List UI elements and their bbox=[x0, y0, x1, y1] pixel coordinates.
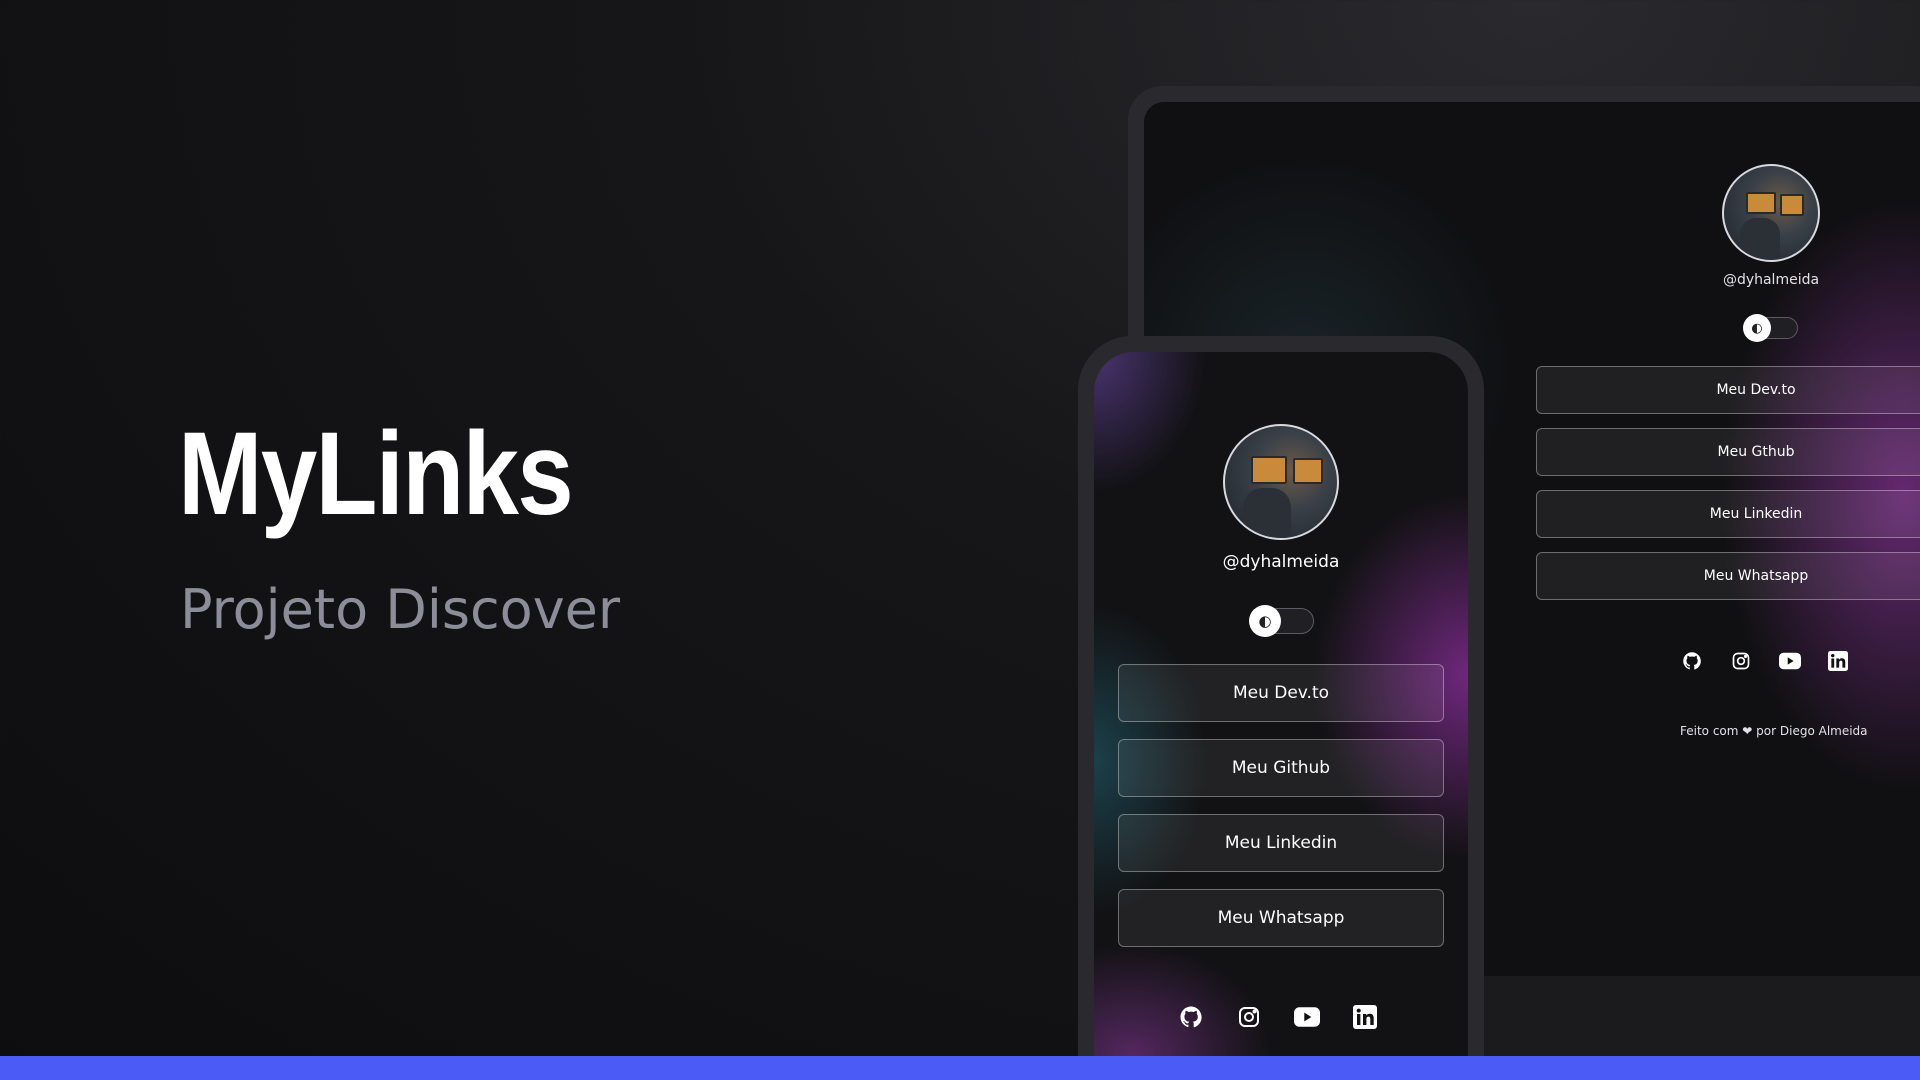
link-button-github[interactable]: Meu Github bbox=[1118, 739, 1444, 797]
link-label: Meu Linkedin bbox=[1709, 506, 1803, 522]
footer-suffix: por Diego Almeida bbox=[1756, 724, 1868, 738]
instagram-icon[interactable] bbox=[1236, 1004, 1262, 1030]
link-label: Meu Whatsapp bbox=[1217, 908, 1345, 928]
moon-sun-icon: ◐ bbox=[1249, 605, 1281, 637]
github-icon[interactable] bbox=[1178, 1004, 1204, 1030]
hero-subtitle: Projeto Discover bbox=[180, 578, 621, 641]
youtube-icon[interactable] bbox=[1293, 1004, 1321, 1030]
phone-screen: @dyhalmeida ◐ Meu Dev.to Meu Github Meu … bbox=[1094, 352, 1468, 1056]
link-button-whatsapp[interactable]: Meu Whatsapp bbox=[1536, 552, 1920, 600]
link-button-devto[interactable]: Meu Dev.to bbox=[1118, 664, 1444, 722]
moon-sun-icon: ◐ bbox=[1743, 314, 1771, 342]
link-button-linkedin[interactable]: Meu Linkedin bbox=[1118, 814, 1444, 872]
link-label: Meu Dev.to bbox=[1716, 382, 1796, 398]
linkedin-icon[interactable] bbox=[1352, 1004, 1378, 1030]
link-button-devto[interactable]: Meu Dev.to bbox=[1536, 366, 1920, 414]
theme-toggle[interactable]: ◐ bbox=[1743, 314, 1798, 342]
link-label: Meu Github bbox=[1231, 758, 1331, 778]
link-label: Meu Gthub bbox=[1717, 444, 1795, 460]
username: @dyhalmeida bbox=[1222, 552, 1340, 572]
footer-prefix: Feito com bbox=[1680, 724, 1739, 738]
footer: Feito com ❤ por Diego Almeida bbox=[1680, 724, 1868, 738]
linkedin-icon[interactable] bbox=[1827, 650, 1849, 672]
desktop-stand bbox=[1480, 976, 1920, 1056]
avatar bbox=[1722, 164, 1820, 262]
link-label: Meu Dev.to bbox=[1232, 683, 1330, 703]
heart-icon: ❤ bbox=[1742, 724, 1753, 738]
link-button-github[interactable]: Meu Gthub bbox=[1536, 428, 1920, 476]
link-label: Meu Linkedin bbox=[1224, 833, 1338, 853]
link-label: Meu Whatsapp bbox=[1703, 568, 1809, 584]
hero-title: MyLinks bbox=[178, 408, 574, 540]
theme-toggle[interactable]: ◐ bbox=[1249, 605, 1314, 637]
link-button-whatsapp[interactable]: Meu Whatsapp bbox=[1118, 889, 1444, 947]
username: @dyhalmeida bbox=[1722, 272, 1820, 288]
avatar bbox=[1223, 424, 1339, 540]
github-icon[interactable] bbox=[1681, 650, 1703, 672]
youtube-icon[interactable] bbox=[1778, 650, 1802, 672]
link-button-linkedin[interactable]: Meu Linkedin bbox=[1536, 490, 1920, 538]
accent-bar bbox=[0, 1056, 1920, 1080]
instagram-icon[interactable] bbox=[1730, 650, 1752, 672]
